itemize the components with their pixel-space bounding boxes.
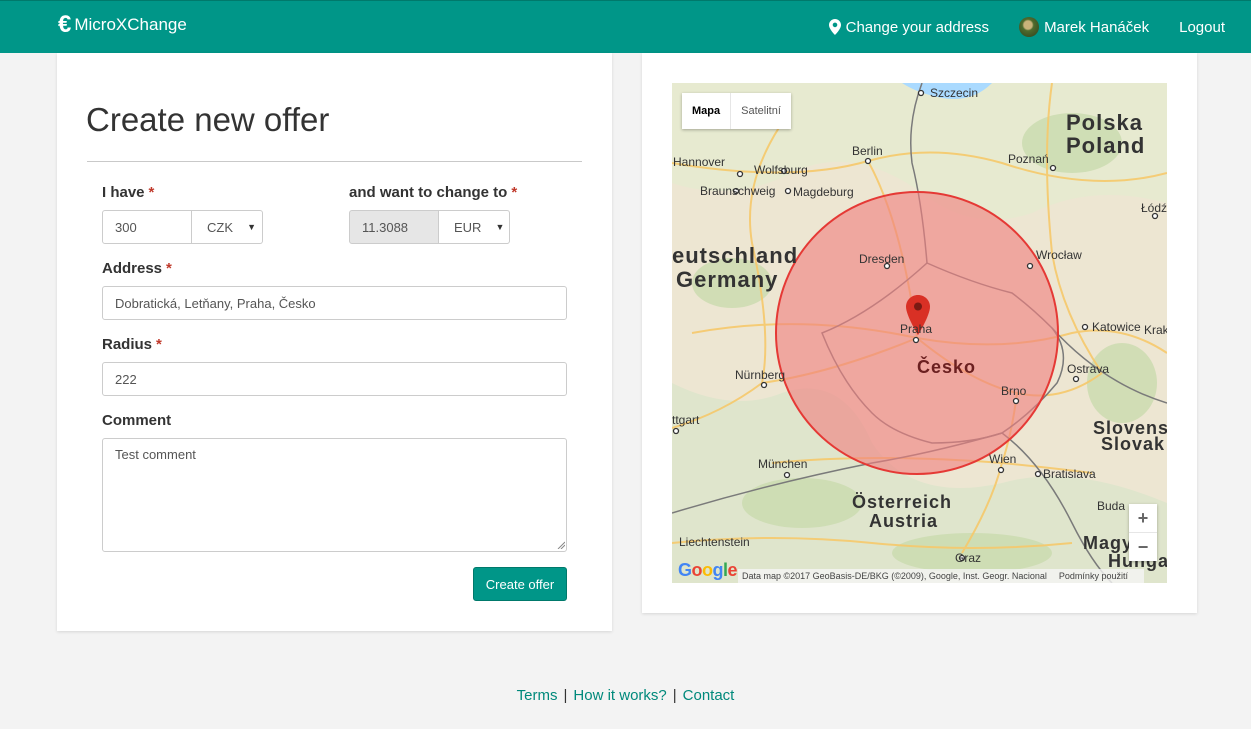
how-it-works-link[interactable]: How it works? xyxy=(573,687,666,704)
map-label: Hannover xyxy=(673,155,726,169)
map-label: Magdeburg xyxy=(793,185,854,199)
map-type-satellite-button[interactable]: Satelitní xyxy=(730,93,791,129)
title-divider xyxy=(87,161,582,162)
map-label: Graz xyxy=(955,551,982,565)
map-panel: Szczecin Polska Poland Berlin Poznań Han… xyxy=(642,53,1197,613)
required-marker: * xyxy=(148,184,155,201)
map-type-map-button[interactable]: Mapa xyxy=(682,93,730,129)
zoom-in-button[interactable]: + xyxy=(1129,504,1157,532)
radius-label-text: Radius xyxy=(102,336,153,353)
comment-textarea[interactable]: Test comment xyxy=(102,438,567,552)
map-label: eutschland xyxy=(672,243,799,268)
change-address-label: Change your address xyxy=(845,18,990,36)
map-label: Österreich xyxy=(852,492,953,512)
caret-down-icon: ▼ xyxy=(495,222,505,232)
zoom-control: + − xyxy=(1129,504,1157,561)
offer-form-panel: Create new offer I have* CZK ▼ and want … xyxy=(57,53,612,631)
map-label: Poznań xyxy=(1008,152,1049,166)
logout-label: Logout xyxy=(1179,18,1225,36)
have-currency-value: CZK xyxy=(207,219,233,235)
address-label-text: Address xyxy=(102,260,163,277)
map-label: ttgart xyxy=(672,413,700,427)
want-currency-value: EUR xyxy=(454,219,482,235)
have-input-group: CZK ▼ xyxy=(102,210,263,244)
map-label: Berlin xyxy=(852,144,883,158)
map-label: Germany xyxy=(676,267,779,292)
required-marker: * xyxy=(156,336,162,353)
map-label: Liechtenstein xyxy=(679,535,750,549)
have-label-text: I have xyxy=(102,184,145,201)
map-label: Wrocław xyxy=(1036,248,1082,262)
address-label: Address * xyxy=(102,260,172,277)
map-label: Slovak xyxy=(1101,434,1166,454)
map-marker-icon xyxy=(828,19,841,35)
map-label: Szczecin xyxy=(930,86,979,100)
google-logo[interactable]: Google xyxy=(678,560,738,581)
map-label: Krak xyxy=(1144,323,1167,337)
avatar xyxy=(1019,17,1040,37)
user-name: Marek Hanáček xyxy=(1044,18,1150,36)
comment-label-text: Comment xyxy=(102,412,172,429)
map-label: München xyxy=(758,457,808,471)
map-label: Poland xyxy=(1066,133,1146,158)
footer-separator: | xyxy=(563,687,568,704)
caret-down-icon: ▼ xyxy=(247,222,256,232)
change-address-link[interactable]: Change your address xyxy=(828,18,990,36)
zoom-out-button[interactable]: − xyxy=(1129,533,1157,561)
user-profile-link[interactable]: Marek Hanáček xyxy=(1019,17,1149,37)
map-label: Katowice xyxy=(1092,320,1141,334)
resize-handle-icon[interactable] xyxy=(557,541,565,549)
map-label: Česko xyxy=(917,357,977,377)
brand-name: MicroXChange xyxy=(74,15,187,34)
map-attribution: Data map ©2017 GeoBasis-DE/BKG (©2009), … xyxy=(738,569,1144,583)
map-label: Dresden xyxy=(859,252,905,266)
map-label: Brno xyxy=(1001,384,1027,398)
map-label: Nürnberg xyxy=(735,368,786,382)
have-label: I have * xyxy=(102,184,154,201)
page-title: Create new offer xyxy=(86,101,330,138)
required-marker: * xyxy=(511,184,518,201)
want-amount-input[interactable] xyxy=(349,210,439,244)
have-amount-input[interactable] xyxy=(102,210,192,244)
radius-label: Radius * xyxy=(102,336,162,353)
map-view[interactable]: Szczecin Polska Poland Berlin Poznań Han… xyxy=(672,83,1167,583)
nav-right: Change your address Marek Hanáček Logout xyxy=(799,1,1225,53)
footer: Terms | How it works? | Contact xyxy=(0,687,1251,704)
map-label: Ostrava xyxy=(1067,362,1110,376)
map-type-control: Mapa Satelitní xyxy=(682,93,791,129)
map-label: Łódź xyxy=(1141,201,1167,215)
want-label: and want to change to * xyxy=(349,184,517,201)
want-label-text: and want to change to xyxy=(349,184,508,201)
footer-separator: | xyxy=(672,687,677,704)
required-marker: * xyxy=(166,260,172,277)
map-label: Wolfsburg xyxy=(754,163,808,177)
comment-label: Comment xyxy=(102,412,171,429)
map-label: Braunschweig xyxy=(700,184,776,198)
contact-link[interactable]: Contact xyxy=(683,687,735,704)
create-offer-button[interactable]: Create offer xyxy=(473,567,567,601)
logout-link[interactable]: Logout xyxy=(1179,19,1225,36)
brand-link[interactable]: € MicroXChange xyxy=(58,13,187,37)
want-currency-select[interactable]: EUR ▼ xyxy=(439,210,510,244)
map-label: Bratislava xyxy=(1043,467,1096,481)
address-input[interactable] xyxy=(102,286,567,320)
euro-logo-icon: € xyxy=(58,11,72,38)
map-label: Austria xyxy=(869,511,939,531)
map-label: Wien xyxy=(989,452,1017,466)
have-currency-select[interactable]: CZK ▼ xyxy=(192,210,263,244)
map-terms-link[interactable]: Podmínky použití xyxy=(1059,571,1128,581)
top-navbar: € MicroXChange Change your address Marek… xyxy=(0,0,1251,53)
map-label: Praha xyxy=(900,322,933,336)
map-label: Buda xyxy=(1097,499,1126,513)
want-input-group: EUR ▼ xyxy=(349,210,510,244)
attribution-text: Data map ©2017 GeoBasis-DE/BKG (©2009), … xyxy=(742,571,1047,581)
terms-link[interactable]: Terms xyxy=(517,687,558,704)
radius-input[interactable] xyxy=(102,362,567,396)
